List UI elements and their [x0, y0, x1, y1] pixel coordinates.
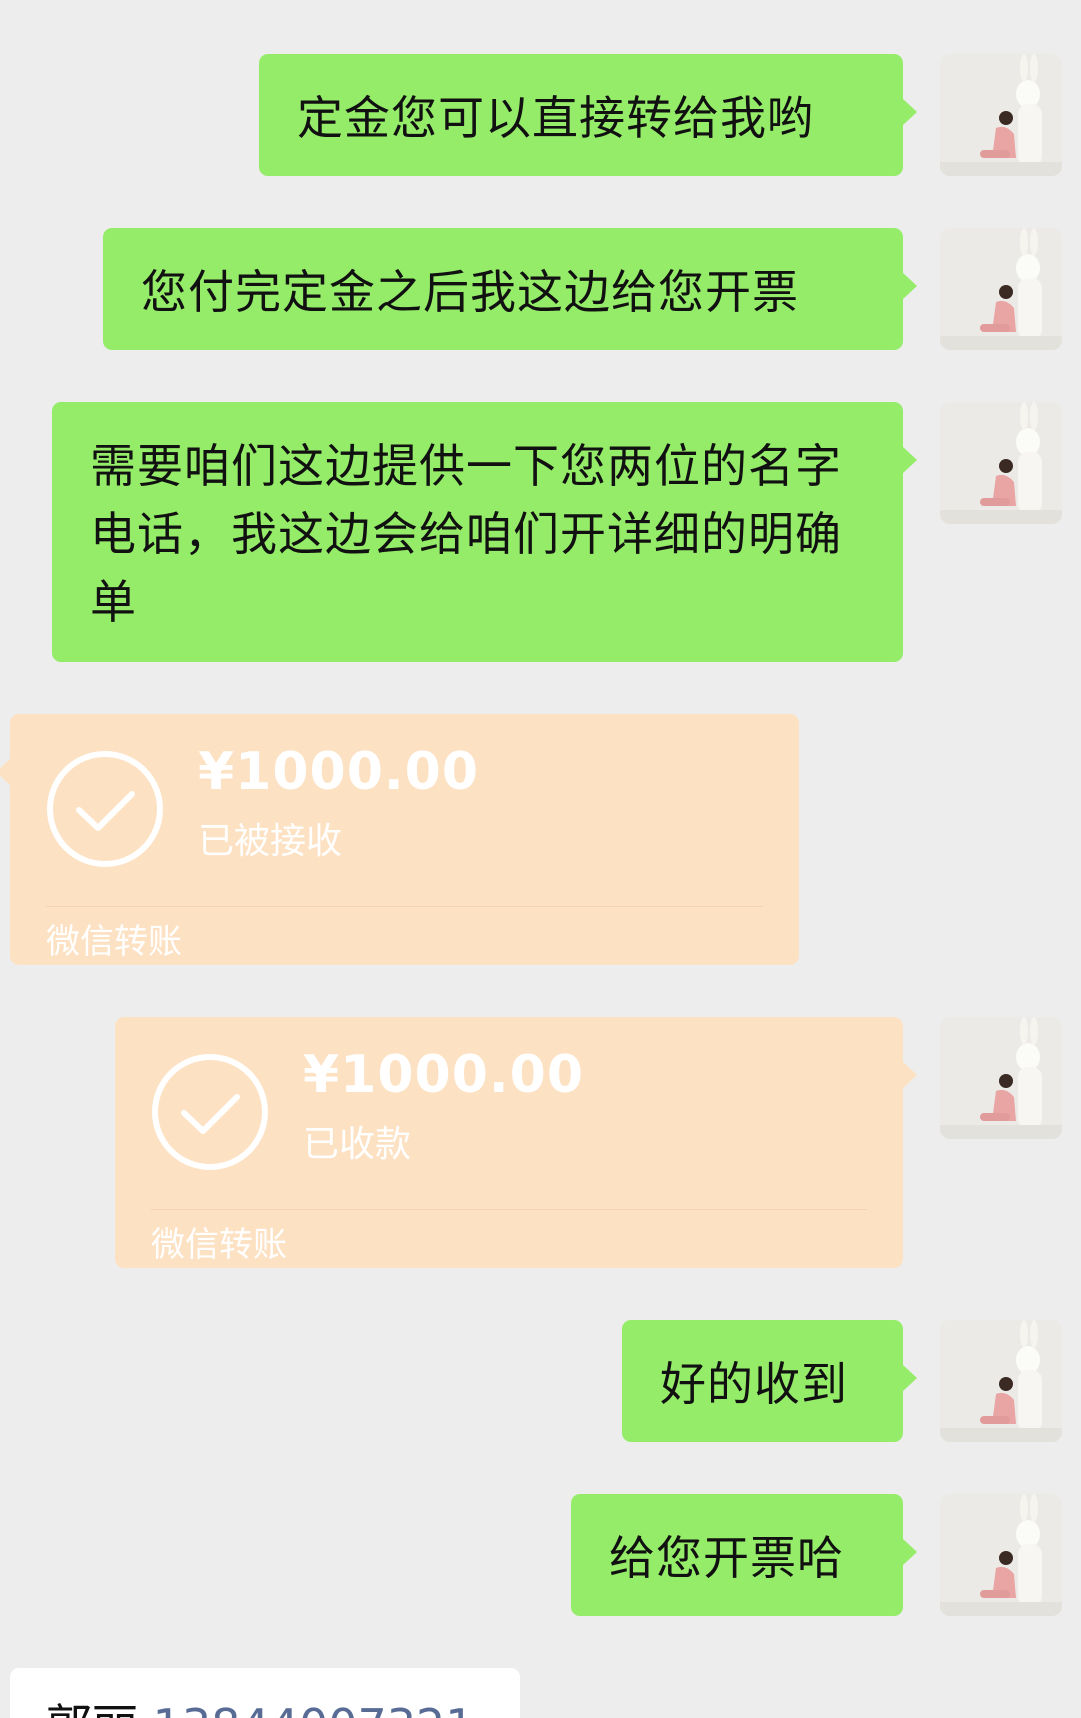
avatar-photo-icon [940, 402, 1062, 524]
message-text: 给您开票哈 [609, 1531, 844, 1585]
message-bubble-sent[interactable]: 需要咱们这边提供一下您两位的名字电话，我这边会给咱们开详细的明确单 [52, 402, 917, 662]
avatar[interactable] [940, 1320, 1062, 1442]
avatar-photo-icon [940, 54, 1062, 176]
transfer-amount: ¥1000.00 [198, 742, 480, 802]
message-bubble-received[interactable]: 郭丽 13844007321 [10, 1668, 520, 1718]
divider [151, 1209, 867, 1210]
message-text: 定金您可以直接转给我哟 [297, 91, 814, 145]
transfer-status: 已被接收 [198, 821, 343, 862]
transfer-amount: ¥1000.00 [303, 1045, 585, 1105]
message-bubble-sent[interactable]: 定金您可以直接转给我哟 [259, 54, 917, 176]
contact-name: 郭丽 [46, 1699, 138, 1718]
transfer-footer-label: 微信转账 [151, 1225, 287, 1265]
transfer-footer-label: 微信转账 [46, 922, 182, 962]
avatar[interactable] [940, 1494, 1062, 1616]
transfer-card-received[interactable]: ¥1000.00 已被接收 微信转账 [0, 714, 799, 965]
avatar[interactable] [940, 1017, 1062, 1139]
message-bubble-sent[interactable]: 您付完定金之后我这边给您开票 [103, 228, 917, 350]
message-text: 需要咱们这边提供一下您两位的名字电话，我这边会给咱们开详细的明确单 [90, 439, 842, 629]
phone-number-link[interactable]: 13844007321 [153, 1699, 475, 1718]
avatar[interactable] [940, 54, 1062, 176]
message-text: 您付完定金之后我这边给您开票 [141, 265, 799, 319]
message-bubble-sent[interactable]: 好的收到 [622, 1320, 917, 1442]
divider [46, 906, 763, 907]
check-circle-icon [47, 751, 163, 867]
transfer-status: 已收款 [303, 1124, 412, 1165]
message-text: 好的收到 [660, 1357, 848, 1411]
transfer-card-sent[interactable]: ¥1000.00 已收款 微信转账 [115, 1017, 917, 1268]
avatar-photo-icon [940, 228, 1062, 350]
message-bubble-sent[interactable]: 给您开票哈 [571, 1494, 917, 1616]
avatar-photo-icon [940, 1320, 1062, 1442]
avatar[interactable] [940, 228, 1062, 350]
avatar[interactable] [940, 402, 1062, 524]
chat-screen: 定金您可以直接转给我哟 您付完定金之后我这边给您开票 需要咱们这边提供一下您两位… [0, 0, 1081, 1718]
avatar-photo-icon [940, 1494, 1062, 1616]
check-circle-icon [152, 1054, 268, 1170]
avatar-photo-icon [940, 1017, 1062, 1139]
